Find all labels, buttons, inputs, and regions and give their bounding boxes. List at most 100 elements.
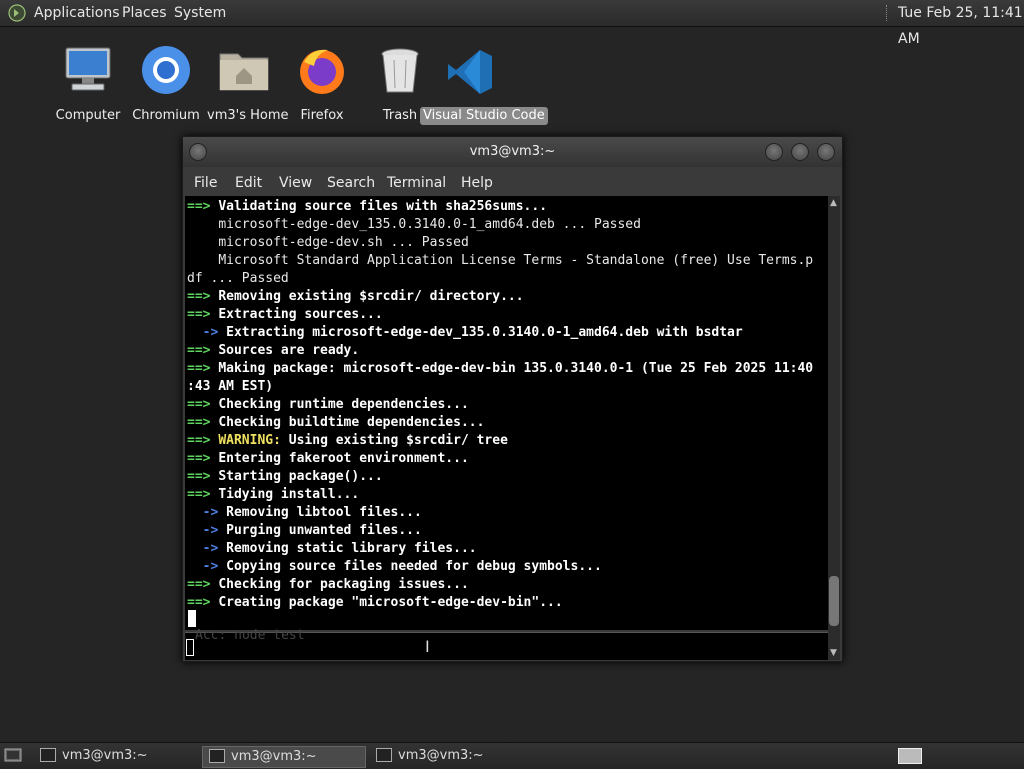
places-menu[interactable]: Places — [122, 0, 167, 26]
scroll-down-arrow-icon[interactable]: ▼ — [830, 648, 837, 658]
terminal-line: Microsoft Standard Application License T… — [187, 252, 813, 270]
show-desktop-icon[interactable] — [4, 748, 22, 764]
line-prefix: ==> — [187, 451, 219, 466]
firefox-icon — [300, 49, 344, 94]
line-prefix: ==> — [187, 289, 219, 304]
mouse-ibeam-icon: I — [425, 637, 430, 656]
terminal-line: ==> WARNING: Using existing $srcdir/ tre… — [187, 432, 508, 450]
line-text: Making package: microsoft-edge-dev-bin 1… — [218, 361, 814, 376]
mint-logo-icon[interactable] — [8, 4, 26, 22]
terminal-menubar: File Edit View Search Terminal Help — [183, 171, 842, 195]
desktop-icon-computer[interactable]: Computer — [48, 44, 128, 125]
terminal-line: ==> Sources are ready. — [187, 342, 359, 360]
menu-help[interactable]: Help — [461, 171, 493, 195]
desktop-icon-home[interactable]: vm3's Home — [204, 44, 289, 125]
line-prefix — [187, 235, 218, 250]
terminal-titlebar[interactable]: vm3@vm3:~ — [183, 137, 842, 167]
minimize-button[interactable] — [765, 143, 783, 161]
menu-terminal[interactable]: Terminal — [387, 171, 446, 195]
desktop-icon-label: vm3's Home — [207, 108, 289, 123]
terminal-scrollbar[interactable]: ▲ ▼ — [828, 196, 840, 660]
terminal-line: ==> Extracting sources... — [187, 306, 383, 324]
line-prefix: ==> — [187, 343, 219, 358]
menu-search[interactable]: Search — [327, 171, 375, 195]
window-title: vm3@vm3:~ — [469, 144, 556, 159]
terminal-line: microsoft-edge-dev.sh ... Passed — [187, 234, 468, 252]
scroll-up-arrow-icon[interactable]: ▲ — [830, 198, 837, 208]
taskbar-item[interactable]: vm3@vm3:~ — [370, 746, 530, 766]
menu-edit[interactable]: Edit — [235, 171, 262, 195]
terminal-lower-pane[interactable]: Acc: node test I — [185, 628, 828, 660]
line-text: Using existing $srcdir/ tree — [280, 433, 508, 448]
line-prefix: ==> — [187, 415, 219, 430]
line-text: df ... Passed — [187, 271, 289, 286]
text-cursor — [188, 610, 196, 627]
desktop-icon-chromium[interactable]: Chromium — [126, 44, 206, 125]
window-menu-button[interactable] — [189, 143, 207, 161]
terminal-line: ==> Checking for packaging issues... — [187, 576, 469, 594]
menu-file[interactable]: File — [194, 171, 217, 195]
terminal-line: ==> Checking buildtime dependencies... — [187, 414, 484, 432]
warning-label: WARNING: — [218, 433, 281, 448]
taskbar-item-active[interactable]: vm3@vm3:~ — [202, 746, 366, 768]
vscode-icon — [448, 50, 492, 94]
workspace-switcher[interactable] — [898, 748, 922, 764]
desktop-icon-label: Visual Studio Code — [420, 107, 548, 125]
lower-text-cursor — [186, 639, 194, 656]
chromium-icon — [142, 46, 190, 94]
terminal-line: df ... Passed — [187, 270, 289, 288]
terminal-line: ==> Entering fakeroot environment... — [187, 450, 469, 468]
line-prefix: ==> — [187, 595, 219, 610]
terminal-icon — [209, 748, 225, 763]
taskbar-item-label: vm3@vm3:~ — [231, 749, 317, 764]
line-prefix: -> — [187, 559, 227, 574]
line-prefix: ==> — [187, 469, 219, 484]
line-text: Removing libtool files... — [226, 505, 422, 520]
terminal-line: -> Copying source files needed for debug… — [187, 558, 602, 576]
clock[interactable]: Tue Feb 25, 11:41 AM — [898, 0, 1024, 47]
terminal-window[interactable]: vm3@vm3:~ File Edit View Search Terminal… — [182, 136, 843, 662]
line-text: Entering fakeroot environment... — [218, 451, 469, 466]
terminal-line: ==> Removing existing $srcdir/ directory… — [187, 288, 524, 306]
terminal-output[interactable]: ==> Validating source files with sha256s… — [185, 196, 828, 630]
line-text: Tidying install... — [218, 487, 360, 502]
desktop-icon-firefox[interactable]: Firefox — [282, 44, 362, 125]
line-prefix: -> — [187, 325, 227, 340]
terminal-line: -> Purging unwanted files... — [187, 522, 422, 540]
line-prefix: ==> — [187, 199, 219, 214]
line-text: Extracting sources... — [218, 307, 383, 322]
line-text: Microsoft Standard Application License T… — [218, 253, 814, 268]
line-prefix: -> — [187, 505, 227, 520]
computer-icon — [65, 47, 111, 91]
close-button[interactable] — [817, 143, 835, 161]
line-text: Extracting microsoft-edge-dev_135.0.3140… — [226, 325, 743, 340]
desktop-icon-label: Firefox — [300, 108, 344, 123]
desktop-icon-vscode[interactable]: Visual Studio Code — [420, 44, 548, 125]
system-menu[interactable]: System — [174, 0, 226, 26]
line-text: Checking buildtime dependencies... — [218, 415, 485, 430]
line-text: :43 AM EST) — [187, 379, 274, 394]
taskbar-item[interactable]: vm3@vm3:~ — [34, 746, 194, 766]
menu-view[interactable]: View — [279, 171, 312, 195]
terminal-line: ==> Creating package "microsoft-edge-dev… — [187, 594, 563, 612]
line-prefix — [187, 217, 218, 232]
terminal-line: microsoft-edge-dev_135.0.3140.0-1_amd64.… — [187, 216, 641, 234]
taskbar-item-label: vm3@vm3:~ — [62, 748, 148, 763]
line-prefix: ==> — [187, 361, 219, 376]
terminal-line: ==> Checking runtime dependencies... — [187, 396, 469, 414]
line-text: microsoft-edge-dev_135.0.3140.0-1_amd64.… — [218, 217, 641, 232]
terminal-line: ==> Tidying install... — [187, 486, 359, 504]
applications-menu[interactable]: Applications — [34, 0, 120, 26]
lower-pane-ghost-text: Acc: node test — [195, 628, 305, 643]
terminal-line: -> Removing libtool files... — [187, 504, 422, 522]
desktop-icon-label: Trash — [382, 108, 418, 123]
line-text: Copying source files needed for debug sy… — [226, 559, 602, 574]
terminal-line: :43 AM EST) — [187, 378, 273, 396]
line-text: Checking for packaging issues... — [218, 577, 469, 592]
terminal-line: ==> Starting package()... — [187, 468, 383, 486]
line-prefix: ==> — [187, 397, 219, 412]
scroll-thumb[interactable] — [829, 576, 839, 626]
terminal-line: ==> Validating source files with sha256s… — [187, 198, 547, 216]
maximize-button[interactable] — [791, 143, 809, 161]
line-prefix: -> — [187, 523, 227, 538]
